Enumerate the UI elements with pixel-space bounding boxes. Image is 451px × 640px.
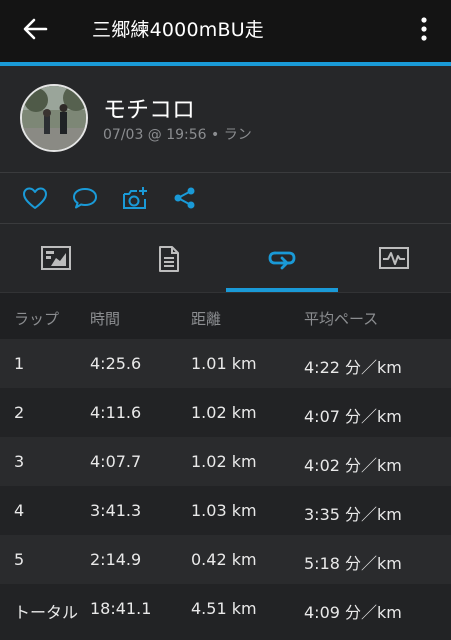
lap-number: 3 [14,452,25,471]
lap-number: 4 [14,501,25,520]
lap-number: 1 [14,354,25,373]
lap-distance: 1.02 km [191,452,257,471]
add-photo-icon[interactable] [121,185,149,211]
table-row[interactable]: 1 4:25.6 1.01 km 4:22 分／km [0,339,451,388]
lap-pace: 3:35 分／km [304,505,402,524]
more-options-icon[interactable] [414,14,434,44]
table-header: ラップ 時間 距離 平均ペース [0,292,451,339]
lap-number: 2 [14,403,25,422]
table-row[interactable]: 3 4:07.7 1.02 km 4:02 分／km [0,437,451,486]
header-avg-pace: 平均ペース [304,310,379,328]
action-bar [0,173,451,223]
total-pace: 4:09 分／km [304,603,402,622]
lap-distance: 1.03 km [191,501,257,520]
tab-chart[interactable] [338,224,450,292]
app-bar: 三郷練4000mBU走 [0,0,451,62]
activity-title: 三郷練4000mBU走 [92,19,265,41]
lap-time: 4:07.7 [90,452,142,471]
lap-distance: 1.01 km [191,354,257,373]
lap-number: 5 [14,550,25,569]
overview-icon [41,246,71,270]
lap-time: 4:25.6 [90,354,142,373]
laps-table: ラップ 時間 距離 平均ペース 1 4:25.6 1.01 km 4:22 分／… [0,292,451,633]
details-icon [159,246,179,272]
lap-pace: 4:07 分／km [304,407,402,426]
user-name[interactable]: モチコロ [103,90,195,124]
table-row[interactable]: 4 3:41.3 1.03 km 3:35 分／km [0,486,451,535]
share-icon[interactable] [171,185,199,211]
back-arrow-icon[interactable] [22,17,48,41]
lap-time: 2:14.9 [90,550,142,569]
header-distance: 距離 [191,310,222,328]
total-time: 18:41.1 [90,599,152,618]
avatar[interactable] [20,84,88,152]
laps-icon [268,251,296,270]
header-time: 時間 [90,310,121,328]
tab-overview[interactable] [0,224,112,292]
chart-icon [379,247,409,269]
total-row[interactable]: トータル 18:41.1 4.51 km 4:09 分／km [0,584,451,633]
avatar-photo [22,86,86,150]
comment-icon[interactable] [71,185,99,211]
lap-distance: 0.42 km [191,550,257,569]
tab-laps[interactable] [226,224,338,292]
lap-pace: 4:22 分／km [304,358,402,377]
total-distance: 4.51 km [191,599,257,618]
tab-bar [0,224,451,292]
lap-time: 4:11.6 [90,403,142,422]
activity-header: モチコロ 07/03 @ 19:56 • ラン [0,66,451,172]
table-row[interactable]: 2 4:11.6 1.02 km 4:07 分／km [0,388,451,437]
lap-pace: 5:18 分／km [304,554,402,573]
lap-pace: 4:02 分／km [304,456,402,475]
tab-details[interactable] [112,224,224,292]
activity-meta: 07/03 @ 19:56 • ラン [103,127,252,143]
total-label: トータル [14,603,79,622]
lap-time: 3:41.3 [90,501,142,520]
like-icon[interactable] [21,185,49,211]
lap-distance: 1.02 km [191,403,257,422]
table-row[interactable]: 5 2:14.9 0.42 km 5:18 分／km [0,535,451,584]
header-lap: ラップ [14,310,60,328]
